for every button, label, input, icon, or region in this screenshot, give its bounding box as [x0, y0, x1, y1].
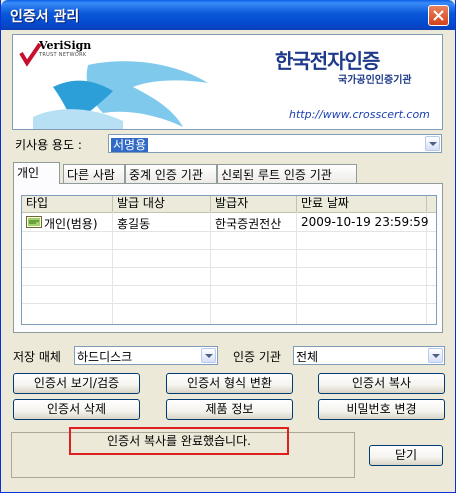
tab-personal[interactable]: 개인 [13, 162, 60, 184]
authority-label: 인증 기관 [233, 350, 281, 364]
cell-subject: 홍길동 [117, 217, 151, 231]
certificate-manager-window: 인증서 관리 VeriSign TRUST NETWORK 한국전자인증 국가공… [0, 0, 456, 493]
list-header: 타입 발급 대상 발급자 만료 날짜 [22, 196, 436, 213]
storage-label: 저장 매체 [13, 350, 61, 364]
title-bar[interactable]: 인증서 관리 [1, 0, 455, 30]
close-icon [433, 10, 444, 21]
storage-select[interactable]: 하드디스크 [74, 346, 218, 365]
chevron-down-icon[interactable] [425, 136, 440, 151]
tab-trusted-root-ca[interactable]: 신뢰된 루트 인증 기관 [217, 164, 357, 183]
window-title: 인증서 관리 [10, 9, 80, 25]
status-message: 인증서 복사를 완료했습니다. [69, 427, 289, 455]
copy-certificate-button[interactable]: 인증서 복사 [318, 373, 445, 394]
brand-title: 한국전자인증 [275, 49, 380, 73]
cell-expiry: 2009-10-19 23:59:59 [301, 215, 429, 229]
brand-subtitle: 국가공인인증기관 [338, 75, 412, 86]
banner-figure-art [33, 61, 208, 129]
cell-type: 개인(범용) [44, 217, 98, 231]
tab-other-people[interactable]: 다른 사람 [63, 164, 125, 183]
close-window-button[interactable] [428, 5, 449, 26]
brand-url: http://www.crosscert.com [289, 108, 430, 121]
column-header-type[interactable]: 타입 [22, 196, 113, 212]
change-password-button[interactable]: 비밀번호 변경 [318, 399, 445, 420]
table-row[interactable]: 개인(범용) 홍길동 한국증권전산 2009-10-19 23:59:59 [22, 213, 436, 231]
storage-selected-value: 하드디스크 [77, 350, 133, 364]
product-info-button[interactable]: 제품 정보 [166, 399, 293, 420]
column-header-subject[interactable]: 발급 대상 [113, 196, 211, 212]
cell-issuer: 한국증권전산 [215, 217, 282, 231]
convert-format-button[interactable]: 인증서 형식 변환 [166, 373, 293, 394]
chevron-down-icon[interactable] [428, 348, 443, 363]
verisign-logo-text: VeriSign [39, 39, 92, 52]
tab-intermediate-ca[interactable]: 중계 인증 기관 [125, 164, 217, 183]
usage-selected-value: 서명용 [111, 138, 149, 152]
close-button[interactable]: 닫기 [369, 445, 443, 466]
delete-certificate-button[interactable]: 인증서 삭제 [13, 399, 140, 420]
banner: VeriSign TRUST NETWORK 한국전자인증 국가공인인증기관 h… [12, 34, 443, 130]
column-header-issuer[interactable]: 발급자 [211, 196, 297, 212]
chevron-down-icon[interactable] [201, 348, 216, 363]
column-header-expiry[interactable]: 만료 날짜 [297, 196, 427, 212]
tab-panel-personal: 타입 발급 대상 발급자 만료 날짜 개인(범용) 홍길동 한국증권전산 200… [13, 183, 443, 333]
authority-select[interactable]: 전체 [293, 346, 445, 365]
certificate-icon [26, 216, 42, 228]
certificate-list[interactable]: 타입 발급 대상 발급자 만료 날짜 개인(범용) 홍길동 한국증권전산 200… [21, 195, 437, 325]
view-certificate-button[interactable]: 인증서 보기/검증 [13, 373, 140, 394]
authority-selected-value: 전체 [296, 350, 319, 364]
usage-select[interactable]: 서명용 [108, 134, 442, 153]
usage-label: 키사용 용도 : [15, 138, 82, 152]
